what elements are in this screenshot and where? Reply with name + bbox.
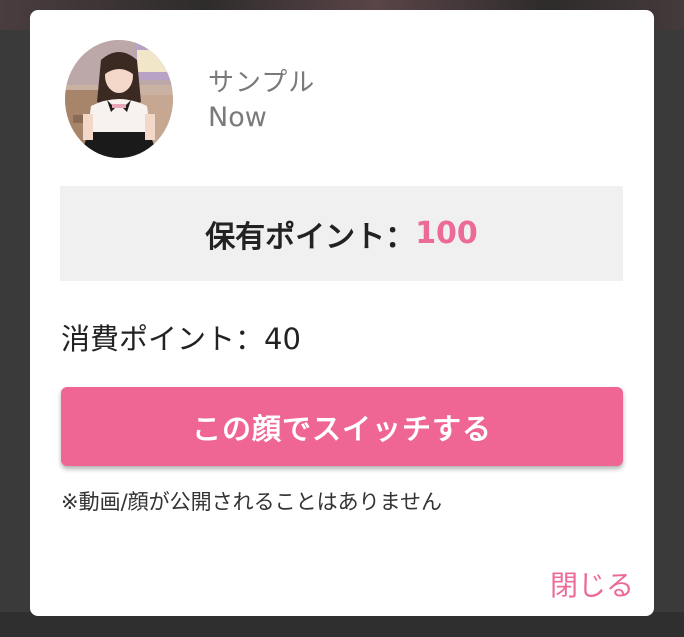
user-status: Now [208,102,267,133]
owned-points-value: 100 [415,216,478,251]
owned-points-panel: 保有ポイント： 100 [60,186,623,281]
switch-face-button[interactable]: この顔でスイッチする [61,387,623,466]
cost-points-text: 消費ポイント：40 [61,322,301,356]
avatar-image [65,40,173,158]
close-button[interactable]: 閉じる [550,564,634,604]
owned-points-label: 保有ポイント： [205,219,416,255]
avatar [65,40,173,158]
switch-face-dialog: サンプル Now 保有ポイント： 100 消費ポイント：40 この顔でスイッチする… [30,10,654,616]
user-name: サンプル [208,68,316,98]
privacy-notice: ※動画/顔が公開されることはありません [61,490,443,514]
